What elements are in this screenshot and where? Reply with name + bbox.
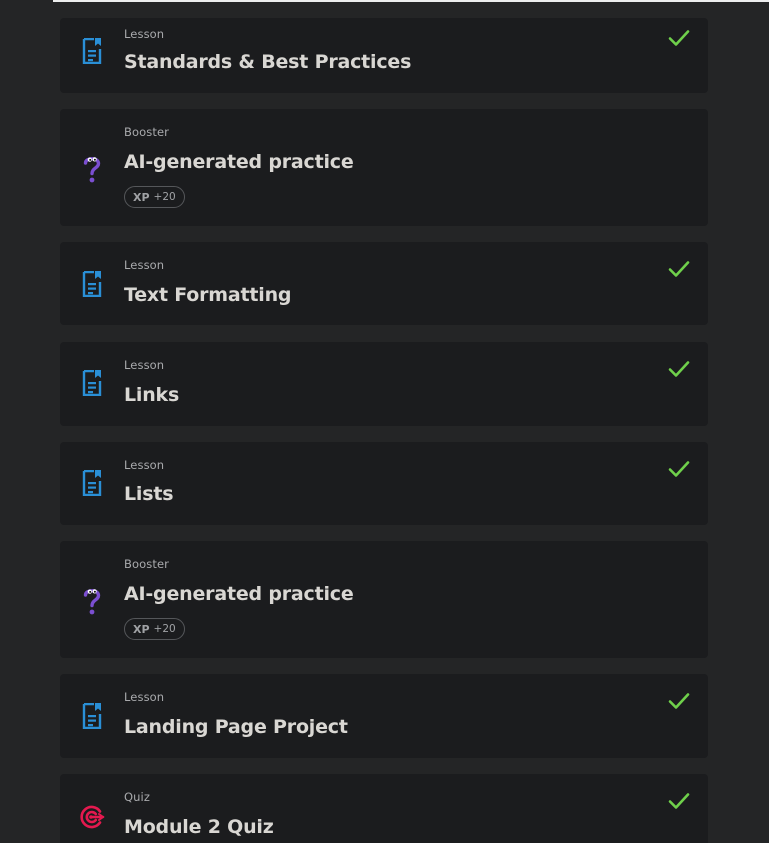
question-mark-mascot-icon: [78, 585, 106, 617]
list-item[interactable]: Lesson Text Formatting: [60, 242, 708, 325]
lesson-doc-icon: [78, 700, 106, 732]
item-type-label: Quiz: [124, 790, 150, 804]
completed-check-icon: [668, 360, 690, 378]
item-type-label: Booster: [124, 125, 169, 139]
item-type-label: Booster: [124, 557, 169, 571]
list-item[interactable]: Booster AI-generated practice XP +20: [60, 541, 708, 658]
target-icon: [78, 801, 106, 833]
completed-check-icon: [668, 29, 690, 47]
item-title: Landing Page Project: [124, 716, 348, 738]
xp-reward-badge: XP +20: [124, 186, 185, 208]
completed-check-icon: [668, 792, 690, 810]
xp-value: +20: [153, 623, 176, 635]
item-title: Links: [124, 384, 180, 406]
list-item[interactable]: Lesson Lists: [60, 442, 708, 525]
completed-check-icon: [668, 260, 690, 278]
lesson-doc-icon: [78, 467, 106, 499]
item-title: Module 2 Quiz: [124, 816, 274, 838]
item-title: AI-generated practice: [124, 151, 354, 173]
item-title: Lists: [124, 483, 174, 505]
item-type-label: Lesson: [124, 690, 165, 704]
lesson-doc-icon: [78, 268, 106, 300]
item-type-label: Lesson: [124, 27, 165, 41]
item-title: Text Formatting: [124, 284, 292, 306]
item-type-label: Lesson: [124, 458, 165, 472]
lesson-doc-icon: [78, 35, 106, 67]
lesson-doc-icon: [78, 367, 106, 399]
xp-value: +20: [153, 191, 176, 203]
top-divider: [53, 0, 769, 2]
xp-reward-badge: XP +20: [124, 618, 185, 640]
question-mark-mascot-icon: [78, 153, 106, 185]
item-title: AI-generated practice: [124, 583, 354, 605]
completed-check-icon: [668, 460, 690, 478]
list-item[interactable]: Lesson Links: [60, 342, 708, 426]
item-type-label: Lesson: [124, 258, 165, 272]
completed-check-icon: [668, 692, 690, 710]
list-item[interactable]: Lesson Standards & Best Practices: [60, 18, 708, 93]
list-item[interactable]: Lesson Landing Page Project: [60, 674, 708, 758]
list-item[interactable]: Quiz Module 2 Quiz: [60, 774, 708, 843]
list-item[interactable]: Booster AI-generated practice XP +20: [60, 109, 708, 226]
xp-label: XP: [133, 190, 150, 204]
item-type-label: Lesson: [124, 358, 165, 372]
xp-label: XP: [133, 622, 150, 636]
item-title: Standards & Best Practices: [124, 51, 412, 73]
